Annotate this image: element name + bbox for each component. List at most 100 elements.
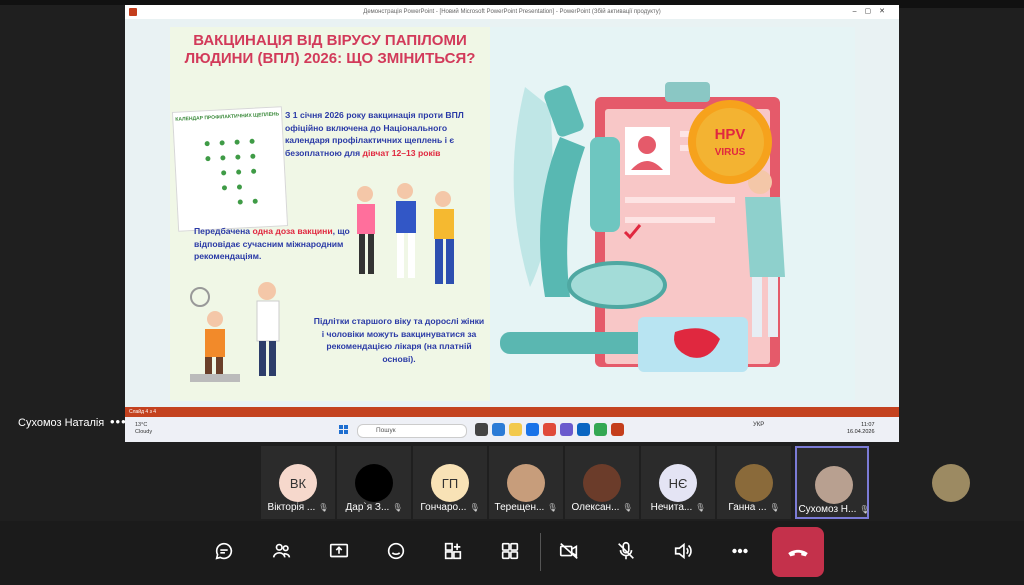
hang-up-button[interactable]	[772, 527, 824, 577]
participant-name: Сухомоз Н... 🎙	[798, 504, 870, 515]
system-tray[interactable]: УКР	[753, 422, 764, 428]
mic-muted-icon: 🎙	[392, 503, 403, 512]
microscope-base	[500, 332, 650, 354]
participant-name: Ганна ... 🎙	[728, 502, 780, 513]
stage-lens	[567, 261, 667, 309]
stage-left-margin	[0, 5, 125, 442]
mic-muted-icon: 🎙	[469, 503, 480, 512]
grid-view-icon	[501, 542, 519, 560]
window-title: Демонстрація PowerPoint - [Новий Microso…	[363, 9, 661, 15]
view-button[interactable]	[490, 531, 530, 571]
weather-widget[interactable]: 13°C Cloudy	[135, 422, 152, 436]
people-icon	[272, 543, 291, 558]
paragraph-1: З 1 січня 2026 року вакцинація проти ВПЛ…	[285, 110, 464, 158]
participant-name: Терещен... 🎙	[494, 502, 558, 513]
slide: HPV VIRUS ВАКЦИНАЦІЯ ВІД ВІРУСУ ПАПІЛОМИ…	[125, 19, 899, 407]
overflow-participant-tile[interactable]	[914, 446, 988, 519]
more-dots-icon	[732, 548, 748, 554]
avatar	[583, 464, 621, 502]
chat-button[interactable]	[204, 531, 244, 571]
teams-icon[interactable]	[560, 423, 573, 436]
vaccination-calendar-image: КАЛЕНДАР ПРОФІЛАКТИЧНИХ ЩЕПЛЕНЬ	[171, 106, 289, 232]
participant-tile[interactable]: НЄ Нечита... 🎙	[641, 446, 715, 519]
chat-icon	[215, 542, 233, 560]
slide-title: ВАКЦИНАЦІЯ ВІД ВІРУСУ ПАПІЛОМИ ЛЮДИНИ (В…	[184, 32, 476, 67]
camera-button[interactable]	[549, 531, 589, 571]
mic-muted-icon: 🎙	[318, 503, 329, 512]
participant-tile[interactable]: Сухомоз Н... 🎙	[795, 446, 870, 519]
windows-taskbar: 13°C Cloudy Пошук УКР 11:07 16.04.2026	[125, 417, 899, 442]
slide-right-panel: HPV VIRUS	[490, 27, 855, 401]
participant-name: Нечита... 🎙	[650, 502, 706, 513]
mic-muted-icon: 🎙	[547, 503, 558, 512]
avatar	[507, 464, 545, 502]
avatar	[932, 464, 970, 502]
store-icon[interactable]	[526, 423, 539, 436]
clock[interactable]: 11:07 16.04.2026	[847, 422, 875, 436]
taskview-icon[interactable]	[475, 423, 488, 436]
participant-tile[interactable]: ГП Гончаро... 🎙	[413, 446, 487, 519]
participant-name: Олексан... 🎙	[571, 502, 633, 513]
participant-tile[interactable]: Терещен... 🎙	[489, 446, 563, 519]
controls-divider	[540, 533, 541, 571]
participant-tile[interactable]: ВК Вікторія ... 🎙	[261, 446, 335, 519]
calendar-heading: КАЛЕНДАР ПРОФІЛАКТИЧНИХ ЩЕПЛЕНЬ	[175, 111, 280, 123]
app-l-icon[interactable]	[543, 423, 556, 436]
badge-hpv: HPV	[715, 126, 746, 143]
doctor-patient-illustration	[190, 282, 280, 382]
doctor-figure	[745, 197, 785, 277]
presenter-name: Сухомоз Наталія	[18, 417, 105, 429]
mic-muted-icon: 🎙	[859, 505, 870, 514]
speaker-icon	[674, 542, 692, 560]
raise-hand-icon	[387, 542, 405, 560]
participant-name: Гончаро... 🎙	[420, 502, 480, 513]
mic-muted-icon: 🎙	[622, 503, 633, 512]
avatar: ГП	[431, 464, 469, 502]
avatar	[355, 464, 393, 502]
more-actions-button[interactable]	[720, 531, 760, 571]
clock-icon	[190, 287, 210, 307]
avatar	[815, 466, 853, 504]
taskbar-search[interactable]: Пошук	[357, 424, 467, 438]
participant-name: Дар`я З... 🎙	[345, 502, 403, 513]
edge-icon[interactable]	[492, 423, 505, 436]
camera-off-icon	[559, 543, 578, 559]
share-screen-icon	[329, 543, 349, 558]
apps-button[interactable]	[433, 531, 473, 571]
mic-button[interactable]	[606, 531, 646, 571]
chrome-icon[interactable]	[594, 423, 607, 436]
badge-virus: VIRUS	[715, 147, 746, 158]
speaker-button[interactable]	[663, 531, 703, 571]
powerpoint-taskbar-icon[interactable]	[611, 423, 624, 436]
participant-tile[interactable]: Олексан... 🎙	[565, 446, 639, 519]
explorer-icon[interactable]	[509, 423, 522, 436]
avatar: НЄ	[659, 464, 697, 502]
mail-icon[interactable]	[577, 423, 590, 436]
presenter-more-button[interactable]: •••	[110, 414, 127, 429]
mic-off-icon	[618, 541, 634, 560]
slide-counter: Слайд 4 з 4	[129, 409, 157, 415]
avatar	[735, 464, 773, 502]
paragraph-3: Підлітки старшого віку та дорослі жінки …	[313, 316, 485, 364]
powerpoint-statusbar: Слайд 4 з 4	[125, 407, 899, 417]
paragraph-2: Передбачена одна доза вакцини, що відпов…	[194, 226, 350, 261]
window-controls[interactable]: –▢✕	[853, 7, 893, 15]
add-apps-icon	[444, 542, 462, 560]
shared-screen: Демонстрація PowerPoint - [Новий Microso…	[125, 5, 899, 442]
avatar: ВК	[279, 464, 317, 502]
hang-up-icon	[788, 549, 808, 557]
mic-muted-icon: 🎙	[769, 503, 780, 512]
participant-tile[interactable]: Ганна ... 🎙	[717, 446, 791, 519]
powerpoint-titlebar: Демонстрація PowerPoint - [Новий Microso…	[125, 5, 899, 20]
taskbar-apps	[475, 423, 624, 436]
mic-muted-icon: 🎙	[695, 503, 706, 512]
people-button[interactable]	[262, 531, 302, 571]
participant-tile[interactable]: Дар`я З... 🎙	[337, 446, 411, 519]
microscope-illustration: HPV VIRUS	[500, 82, 785, 372]
windows-start-icon[interactable]	[339, 425, 349, 435]
objective-tube	[590, 137, 620, 232]
reactions-button[interactable]	[376, 531, 416, 571]
clipboard-clip	[665, 82, 710, 102]
share-button[interactable]	[319, 531, 359, 571]
participant-name: Вікторія ... 🎙	[267, 502, 329, 513]
